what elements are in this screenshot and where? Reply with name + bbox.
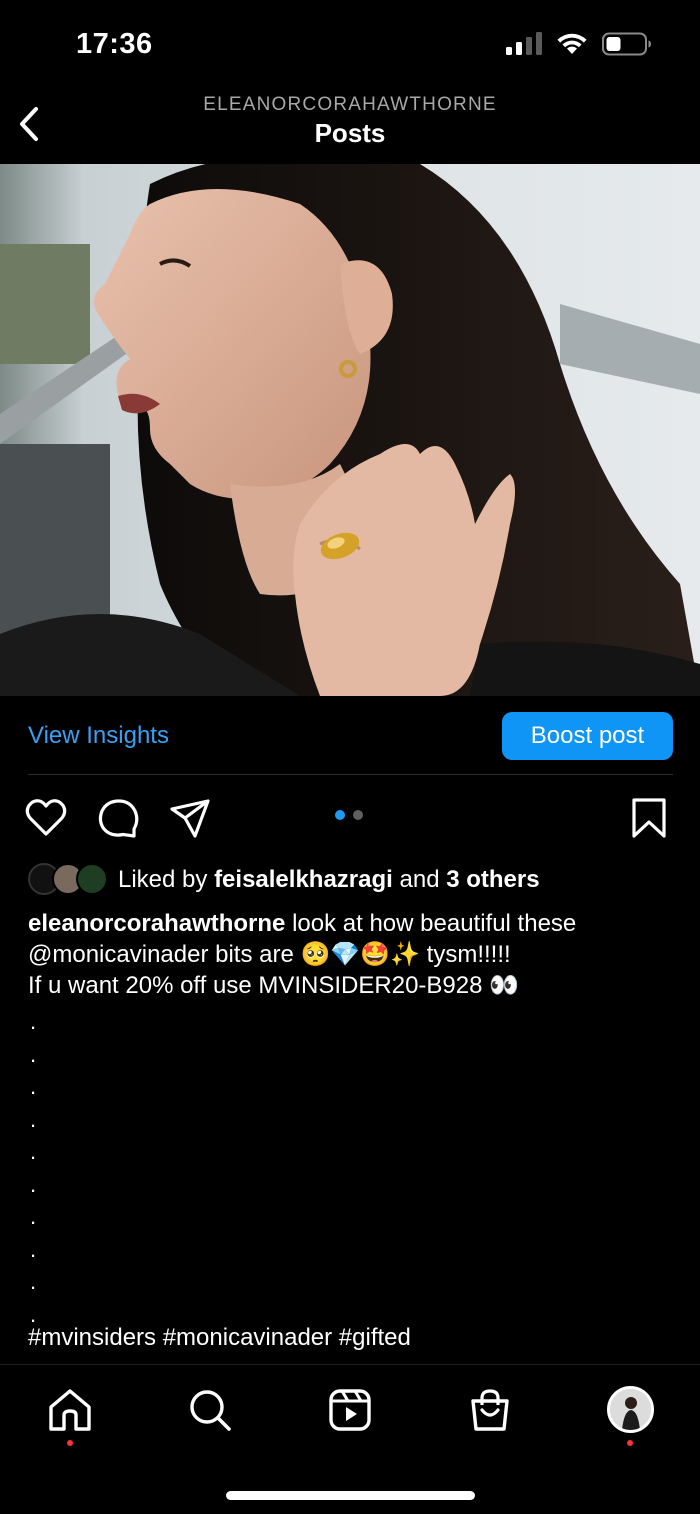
- page-title: Posts: [314, 118, 386, 148]
- likes-others[interactable]: 3 others: [446, 866, 539, 893]
- caption-dot: .: [30, 1269, 37, 1294]
- boost-post-button[interactable]: Boost post: [502, 712, 673, 760]
- battery-icon: [602, 32, 651, 56]
- avatar: [76, 863, 108, 895]
- liker-username[interactable]: feisalelkhazragi: [214, 866, 393, 893]
- caption-dot: .: [30, 1236, 37, 1262]
- profile-notification-dot: [627, 1440, 633, 1446]
- status-icons: [506, 32, 652, 56]
- reels-icon[interactable]: [327, 1387, 373, 1433]
- post-image[interactable]: [0, 164, 700, 696]
- portrait-photo: [0, 164, 700, 696]
- likes-prefix: Liked by: [118, 866, 208, 893]
- carousel-dot: [335, 810, 345, 820]
- caption-line-2: @monicavinader bits are 🥺💎🤩✨ tysm!!!!!: [28, 941, 511, 968]
- carousel-indicator: [335, 810, 363, 820]
- caption-hashtags[interactable]: #mvinsiders #monicavinader #gifted: [28, 1324, 411, 1352]
- status-bar: 17:36: [0, 0, 700, 90]
- caption-dots: . . . . . . . . . .: [30, 1006, 36, 1331]
- caption-dot: .: [30, 1171, 37, 1197]
- post-actions: [0, 796, 700, 846]
- profile-avatar[interactable]: [607, 1386, 654, 1433]
- caption-dot: .: [30, 1074, 37, 1099]
- header-username: ELEANORCORAHAWTHORNE: [203, 94, 497, 115]
- caption-dot: .: [30, 1106, 37, 1132]
- likes-text: Liked by feisalelkhazragi and 3 others: [118, 866, 540, 894]
- bookmark-icon[interactable]: [628, 796, 672, 840]
- home-icon[interactable]: [47, 1387, 93, 1433]
- status-time: 17:36: [76, 28, 153, 60]
- shop-icon[interactable]: [467, 1387, 513, 1433]
- profile-photo: [610, 1389, 651, 1430]
- home-notification-dot: [67, 1440, 73, 1446]
- caption-line-3: If u want 20% off use MVINSIDER20-B928 👀: [28, 972, 520, 999]
- caption-dot: .: [30, 1041, 37, 1067]
- insights-row: View Insights Boost post: [0, 696, 700, 776]
- post-header: ELEANORCORAHAWTHORNE Posts: [0, 90, 700, 164]
- view-insights-link[interactable]: View Insights: [28, 722, 169, 750]
- post-caption: eleanorcorahawthorne look at how beautif…: [28, 908, 668, 1001]
- home-indicator[interactable]: [226, 1491, 475, 1500]
- comment-icon[interactable]: [97, 796, 141, 840]
- carousel-dot: [353, 810, 363, 820]
- caption-dot: .: [30, 1139, 37, 1164]
- wifi-icon: [557, 33, 587, 54]
- caption-username[interactable]: eleanorcorahawthorne: [28, 910, 285, 937]
- likes-and: and: [399, 866, 440, 893]
- liker-avatars: [28, 863, 110, 897]
- caption-line-1: look at how beautiful these: [292, 910, 577, 937]
- divider: [28, 774, 673, 775]
- likes-row[interactable]: Liked by feisalelkhazragi and 3 others: [28, 862, 540, 898]
- caption-dot: .: [30, 1204, 37, 1229]
- heart-icon[interactable]: [24, 796, 68, 840]
- caption-dot: .: [30, 1009, 37, 1034]
- search-icon[interactable]: [187, 1387, 233, 1433]
- share-icon[interactable]: [168, 796, 212, 840]
- cellular-signal-icon: [506, 32, 542, 55]
